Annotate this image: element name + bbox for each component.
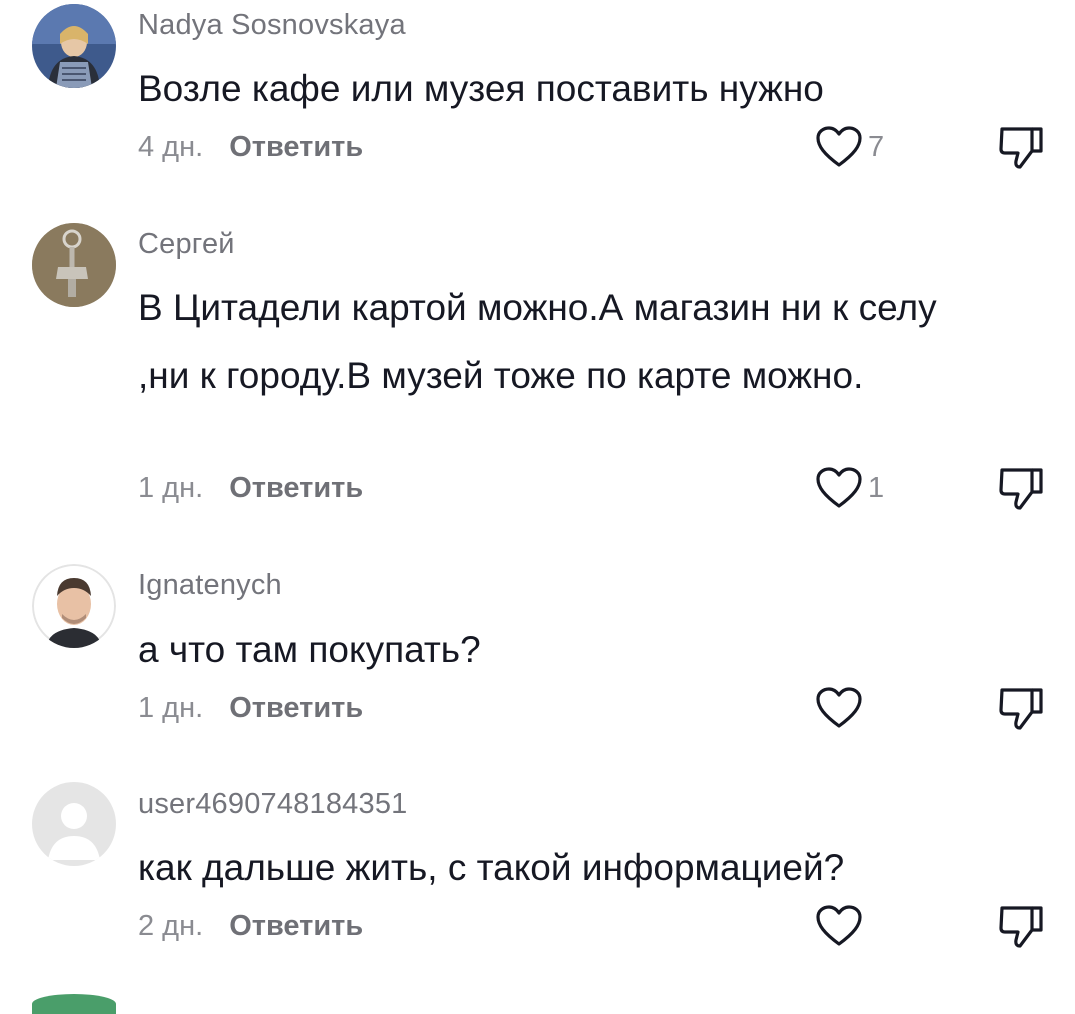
comment-meta: 2 дн. Ответить [138,910,363,943]
reply-button[interactable]: Ответить [229,131,363,163]
comment-text: а что там покупать? [138,629,481,670]
comment-meta: 1 дн. Ответить [138,472,363,505]
dislike-button[interactable] [996,686,1046,736]
comment-time: 4 дн. [138,131,204,163]
heart-outline-icon [816,467,862,508]
like-button[interactable]: 7 [814,125,894,175]
like-count: 1 [868,472,885,504]
thumbs-down-icon [999,906,1043,948]
like-button[interactable]: 1 [814,466,894,516]
like-button[interactable] [814,904,894,954]
comment-username[interactable]: Nadya Sosnovskaya [138,9,406,42]
comment-username[interactable]: Ignatenych [138,569,282,602]
heart-outline-icon [816,126,862,167]
comment-time: 2 дн. [138,910,204,942]
heart-outline-icon [816,687,862,728]
avatar[interactable] [32,782,116,866]
dislike-button[interactable] [996,904,1046,954]
comment-text: В Цитадели картой можно.А магазин ни к с… [138,287,937,396]
next-comment-avatar[interactable] [32,994,116,1014]
like-button[interactable] [814,686,894,736]
comment-username[interactable]: user4690748184351 [138,788,407,821]
avatar[interactable] [32,4,116,88]
thumbs-down-icon [999,468,1043,510]
heart-outline-icon [816,905,862,946]
reply-button[interactable]: Ответить [229,692,363,724]
dislike-button[interactable] [996,125,1046,175]
reply-button[interactable]: Ответить [229,910,363,942]
thumbs-down-icon [999,127,1043,169]
dislike-button[interactable] [996,466,1046,516]
comment-username[interactable]: Сергей [138,228,235,261]
like-count: 7 [868,131,885,163]
comment-meta: 1 дн. Ответить [138,692,363,725]
avatar[interactable] [32,223,116,307]
comment-meta: 4 дн. Ответить [138,131,363,164]
thumbs-down-icon [999,688,1043,730]
default-avatar-icon [32,782,116,866]
reply-button[interactable]: Ответить [229,472,363,504]
comment-text: как дальше жить, с такой информацией? [138,847,845,888]
comment-time: 1 дн. [138,472,204,504]
avatar[interactable] [32,564,116,648]
comment-text: Возле кафе или музея поставить нужно [138,68,824,109]
comment-time: 1 дн. [138,692,204,724]
